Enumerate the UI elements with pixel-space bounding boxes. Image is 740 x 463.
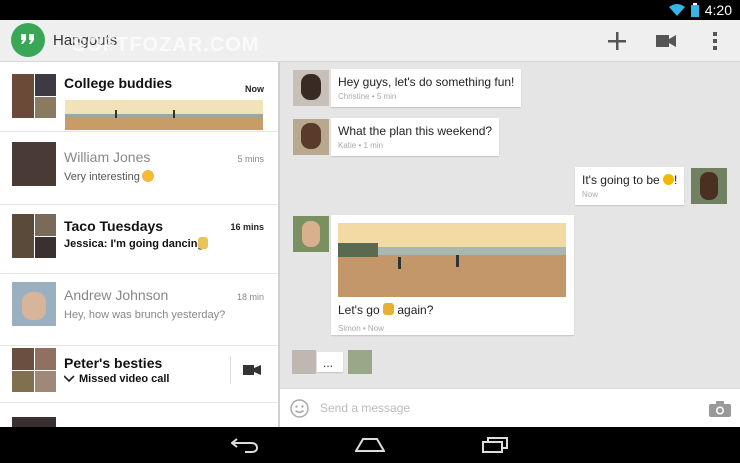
conversation-name: Andrew Johnson bbox=[64, 287, 169, 303]
recent-apps-icon bbox=[482, 437, 508, 453]
group-avatar bbox=[12, 74, 56, 118]
contact-avatar bbox=[12, 417, 56, 427]
contact-avatar bbox=[12, 282, 56, 326]
surfer-emoji-icon bbox=[383, 303, 394, 315]
plus-icon bbox=[608, 32, 626, 50]
conversation-time: 18 min bbox=[236, 292, 264, 302]
sun-emoji-icon bbox=[663, 174, 675, 185]
camera-button[interactable] bbox=[709, 401, 731, 417]
conversation-snippet: Very interesting bbox=[64, 171, 140, 183]
home-button[interactable] bbox=[350, 433, 390, 457]
message-text: It's going to be bbox=[582, 173, 660, 187]
watermark: SOFTFOZAR.COM bbox=[72, 34, 260, 56]
action-bar: Hangouts SOFTFOZAR.COM bbox=[0, 20, 740, 62]
message-text: What the plan this weekend? bbox=[338, 124, 493, 138]
typing-indicator: ... bbox=[317, 352, 343, 372]
navigation-bar bbox=[0, 427, 740, 463]
conversation-item[interactable] bbox=[0, 403, 278, 427]
conversation-name: William Jones bbox=[64, 149, 151, 165]
contact-avatar bbox=[293, 119, 329, 155]
recent-apps-button[interactable] bbox=[475, 433, 515, 457]
message-bubble: Let's go again? Simon • Now bbox=[331, 215, 574, 335]
conversation-name: Peter's besties bbox=[64, 355, 163, 371]
smiley-icon bbox=[290, 399, 309, 418]
emoji-smiley-icon bbox=[142, 170, 154, 182]
missed-call-icon bbox=[64, 375, 75, 383]
message-input[interactable]: Send a message bbox=[320, 401, 410, 415]
conversation-item[interactable]: Taco Tuesdays Jessica: I'm going dancing… bbox=[0, 205, 278, 274]
conversation-item[interactable]: Andrew Johnson Hey, how was brunch yeste… bbox=[0, 274, 278, 346]
contact-avatar bbox=[292, 350, 316, 374]
contact-avatar bbox=[293, 70, 329, 106]
self-avatar bbox=[691, 168, 727, 204]
conversation-snippet: Jessica: I'm going dancing! bbox=[64, 238, 208, 250]
status-bar: 4:20 bbox=[0, 0, 740, 20]
chat-pane[interactable]: Hey guys, let's do something fun! Christ… bbox=[280, 62, 740, 388]
message-bubble: Hey guys, let's do something fun! Christ… bbox=[331, 69, 522, 107]
home-icon bbox=[355, 438, 385, 452]
beach-photo-thumbnail bbox=[65, 100, 263, 130]
message-text: Let's go bbox=[338, 303, 380, 317]
video-call-back-button[interactable] bbox=[240, 360, 264, 380]
contact-avatar bbox=[12, 142, 56, 186]
message-bubble-outgoing: It's going to be ! Now bbox=[575, 167, 685, 205]
message-text: Hey guys, let's do something fun! bbox=[338, 75, 515, 89]
message-bubble: What the plan this weekend? Katie • 1 mi… bbox=[331, 118, 500, 156]
conversation-snippet: Hey, how was brunch yesterday? bbox=[64, 309, 226, 321]
contact-avatar bbox=[348, 350, 372, 374]
conversation-time: 16 mins bbox=[230, 222, 264, 232]
conversation-name: Taco Tuesdays bbox=[64, 218, 164, 234]
message-meta: Simon • Now bbox=[338, 324, 384, 333]
message-meta: Now bbox=[582, 190, 599, 199]
conversation-item[interactable]: College buddies Now bbox=[0, 62, 278, 132]
message-meta: Katie • 1 min bbox=[338, 141, 384, 150]
conversation-item[interactable]: William Jones Very interesting 5 mins bbox=[0, 132, 278, 205]
conversation-list[interactable]: College buddies Now William Jones Very i… bbox=[0, 62, 278, 427]
conversation-snippet: Missed video call bbox=[79, 373, 170, 385]
contact-avatar bbox=[293, 216, 329, 252]
group-avatar bbox=[12, 214, 56, 258]
message-composer: Send a message bbox=[280, 388, 740, 427]
hangouts-logo-icon[interactable] bbox=[11, 23, 45, 57]
video-camera-icon bbox=[656, 35, 676, 47]
video-camera-icon bbox=[243, 365, 261, 375]
group-avatar bbox=[12, 348, 56, 392]
message-meta: Christine • 5 min bbox=[338, 92, 397, 101]
back-button[interactable] bbox=[225, 433, 265, 457]
camera-icon bbox=[709, 401, 731, 417]
conversation-time: 5 mins bbox=[237, 154, 264, 164]
new-conversation-button[interactable] bbox=[602, 26, 632, 56]
emoji-button[interactable] bbox=[290, 399, 309, 418]
conversation-item[interactable]: Peter's besties Missed video call bbox=[0, 346, 278, 403]
beach-photo[interactable] bbox=[338, 223, 566, 297]
message-text-after: again? bbox=[397, 303, 434, 317]
overflow-menu-button[interactable] bbox=[700, 26, 730, 56]
video-call-button[interactable] bbox=[651, 26, 681, 56]
more-vert-icon bbox=[713, 32, 717, 50]
conversation-name: College buddies bbox=[64, 75, 173, 91]
emoji-dancer-icon bbox=[198, 237, 208, 249]
conversation-time: Now bbox=[245, 84, 264, 94]
clock: 4:20 bbox=[704, 2, 732, 18]
battery-icon bbox=[690, 3, 699, 17]
back-icon bbox=[231, 438, 259, 453]
wifi-icon bbox=[668, 4, 685, 16]
